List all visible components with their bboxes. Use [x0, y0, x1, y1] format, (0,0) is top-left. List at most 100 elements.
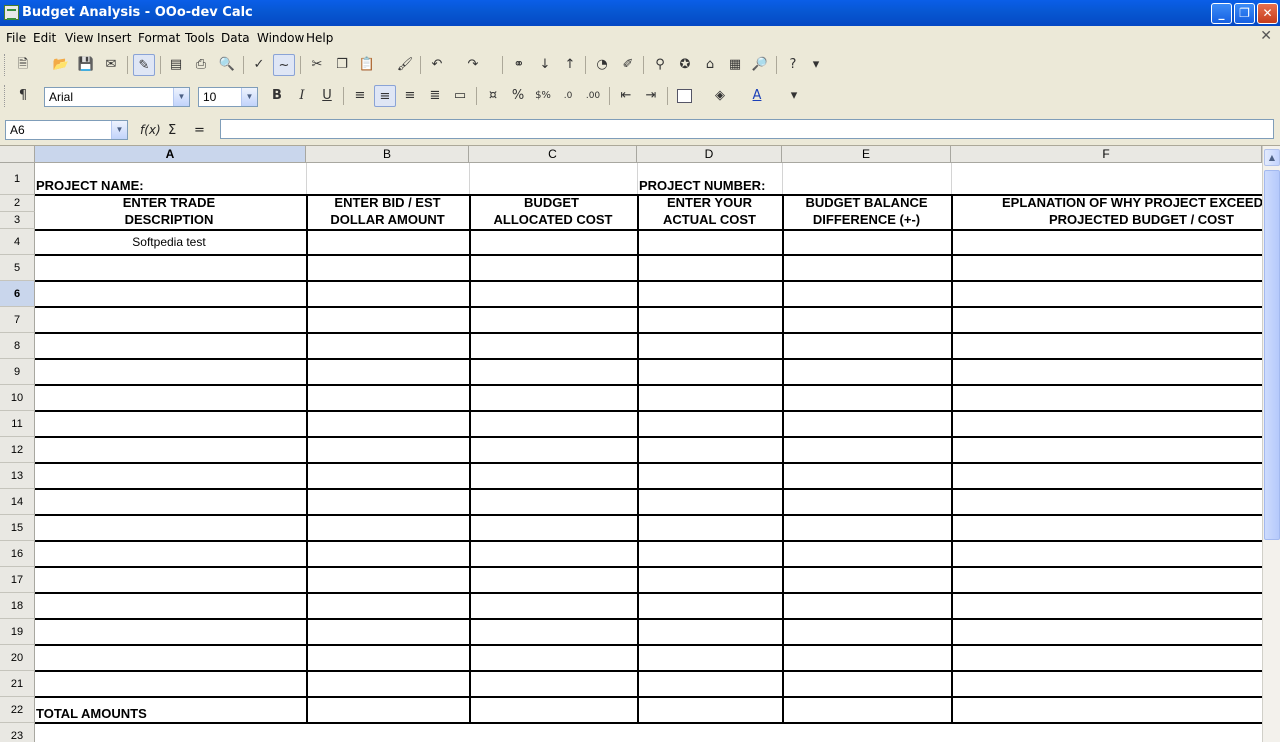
- row-header-8[interactable]: 8: [0, 333, 35, 359]
- cell-a4[interactable]: Softpedia test: [35, 235, 303, 249]
- function-wizard-icon[interactable]: f(x): [140, 123, 161, 137]
- percent-format-icon[interactable]: %: [507, 85, 529, 107]
- row-header-21[interactable]: 21: [0, 671, 35, 697]
- sort-ascending-icon[interactable]: ↓: [534, 54, 556, 76]
- row-header-22[interactable]: 22: [0, 697, 35, 723]
- print-icon[interactable]: ⎙: [190, 54, 212, 76]
- menu-tools[interactable]: Tools: [185, 31, 215, 45]
- row-header-1[interactable]: 1: [0, 163, 35, 195]
- cut-icon[interactable]: ✂: [306, 54, 328, 76]
- standard-format-icon[interactable]: $%: [532, 85, 554, 107]
- row-header-15[interactable]: 15: [0, 515, 35, 541]
- close-button[interactable]: ✕: [1257, 3, 1278, 24]
- toolbar-grip[interactable]: [4, 54, 7, 76]
- new-document-icon[interactable]: 🗎: [12, 54, 34, 76]
- italic-icon[interactable]: I: [291, 85, 313, 107]
- spellcheck-icon[interactable]: ✓: [248, 54, 270, 76]
- save-icon[interactable]: 💾: [75, 54, 97, 76]
- styles-formatting-icon[interactable]: ¶: [12, 85, 34, 107]
- close-document-icon[interactable]: ✕: [1260, 28, 1272, 44]
- name-box[interactable]: A6 ▼: [5, 120, 128, 140]
- export-pdf-icon[interactable]: ▤: [165, 54, 187, 76]
- maximize-button[interactable]: ❐: [1234, 3, 1255, 24]
- sort-descending-icon[interactable]: ↑: [559, 54, 581, 76]
- row-header-2[interactable]: 2: [0, 195, 35, 212]
- row-header-18[interactable]: 18: [0, 593, 35, 619]
- toolbar-overflow-icon[interactable]: ▾: [810, 54, 822, 76]
- print-preview-icon[interactable]: 🔍: [216, 54, 238, 76]
- background-color-icon[interactable]: ◈: [709, 85, 731, 107]
- column-header-f[interactable]: F: [951, 146, 1262, 163]
- vertical-scrollbar[interactable]: ▲: [1262, 146, 1280, 742]
- row-header-5[interactable]: 5: [0, 255, 35, 281]
- add-decimal-icon[interactable]: .0: [557, 85, 579, 107]
- undo-icon[interactable]: ↶: [426, 54, 448, 76]
- scroll-thumb[interactable]: [1264, 170, 1280, 540]
- row-header-20[interactable]: 20: [0, 645, 35, 671]
- chevron-down-icon[interactable]: ▼: [173, 88, 189, 106]
- select-all-corner[interactable]: [0, 146, 35, 163]
- currency-format-icon[interactable]: ¤: [482, 85, 504, 107]
- column-header-a[interactable]: A: [35, 146, 306, 163]
- align-right-icon[interactable]: ≡: [399, 85, 421, 107]
- draw-functions-icon[interactable]: ✐: [617, 54, 639, 76]
- copy-icon[interactable]: ❐: [331, 54, 353, 76]
- borders-icon[interactable]: [673, 85, 695, 107]
- row-header-14[interactable]: 14: [0, 489, 35, 515]
- row-header-7[interactable]: 7: [0, 307, 35, 333]
- scroll-up-icon[interactable]: ▲: [1264, 149, 1280, 166]
- delete-decimal-icon[interactable]: .00: [582, 85, 604, 107]
- menu-help[interactable]: Help: [306, 31, 333, 45]
- align-center-icon[interactable]: ≡: [374, 85, 396, 107]
- increase-indent-icon[interactable]: ⇥: [640, 85, 662, 107]
- font-color-icon[interactable]: A: [746, 85, 768, 107]
- function-equals-icon[interactable]: =: [194, 123, 205, 138]
- paste-icon[interactable]: 📋: [356, 54, 378, 76]
- email-icon[interactable]: ✉: [100, 54, 122, 76]
- column-header-b[interactable]: B: [306, 146, 469, 163]
- toolbar-grip[interactable]: [4, 85, 7, 107]
- spreadsheet-grid[interactable]: A B C D E F 1 2 3 4 5 6 7 8 9 10 11 12 13 14 15 16 17 18 1…: [0, 146, 1262, 742]
- chevron-down-icon[interactable]: ▼: [241, 88, 257, 106]
- menu-view[interactable]: View: [65, 31, 93, 45]
- menu-data[interactable]: Data: [221, 31, 250, 45]
- row-header-19[interactable]: 19: [0, 619, 35, 645]
- menu-window[interactable]: Window: [257, 31, 304, 45]
- help-icon[interactable]: ?: [782, 54, 804, 76]
- row-header-10[interactable]: 10: [0, 385, 35, 411]
- row-header-11[interactable]: 11: [0, 411, 35, 437]
- merge-cells-icon[interactable]: ▭: [449, 85, 471, 107]
- column-header-c[interactable]: C: [469, 146, 637, 163]
- menu-edit[interactable]: Edit: [33, 31, 56, 45]
- column-header-d[interactable]: D: [637, 146, 782, 163]
- row-header-9[interactable]: 9: [0, 359, 35, 385]
- toolbar-overflow-icon[interactable]: ▾: [788, 85, 800, 107]
- row-header-4[interactable]: 4: [0, 229, 35, 255]
- sum-icon[interactable]: Σ: [168, 123, 176, 138]
- autospellcheck-icon[interactable]: ~: [273, 54, 295, 76]
- menu-format[interactable]: Format: [138, 31, 180, 45]
- menu-insert[interactable]: Insert: [97, 31, 131, 45]
- align-left-icon[interactable]: ≡: [349, 85, 371, 107]
- hyperlink-icon[interactable]: ⚭: [508, 54, 530, 76]
- chart-icon[interactable]: ◔: [591, 54, 613, 76]
- font-size-combo[interactable]: 10 ▼: [198, 87, 258, 107]
- row-header-12[interactable]: 12: [0, 437, 35, 463]
- zoom-icon[interactable]: 🔎: [749, 54, 771, 76]
- underline-icon[interactable]: U: [316, 85, 338, 107]
- edit-file-icon[interactable]: ✎: [133, 54, 155, 76]
- minimize-button[interactable]: _: [1211, 3, 1232, 24]
- chevron-down-icon[interactable]: ▼: [111, 121, 127, 139]
- row-header-3[interactable]: 3: [0, 212, 35, 229]
- redo-icon[interactable]: ↷: [462, 54, 484, 76]
- open-folder-icon[interactable]: 📂: [50, 54, 72, 76]
- row-header-13[interactable]: 13: [0, 463, 35, 489]
- column-header-e[interactable]: E: [782, 146, 951, 163]
- font-name-combo[interactable]: Arial ▼: [44, 87, 190, 107]
- gallery-icon[interactable]: ⌂: [699, 54, 721, 76]
- row-header-16[interactable]: 16: [0, 541, 35, 567]
- formula-input[interactable]: [220, 119, 1274, 139]
- row-header-17[interactable]: 17: [0, 567, 35, 593]
- justify-icon[interactable]: ≣: [424, 85, 446, 107]
- find-replace-icon[interactable]: ⚲: [649, 54, 671, 76]
